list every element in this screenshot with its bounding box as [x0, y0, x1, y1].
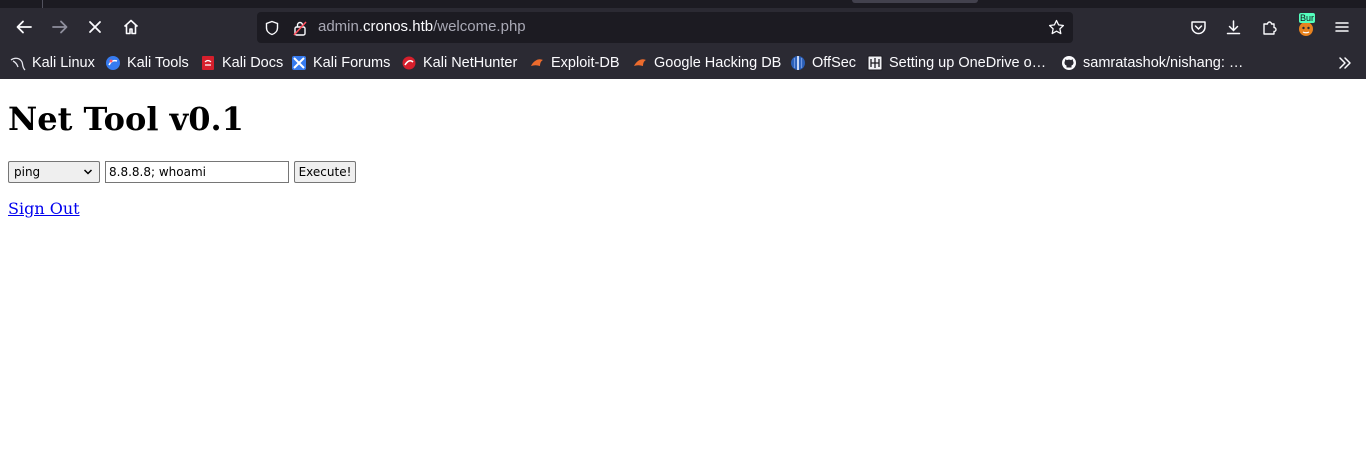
address-bar[interactable]: admin.cronos.htb/welcome.php [257, 12, 1073, 43]
bookmark-label: Kali Forums [313, 55, 391, 71]
kali-tools-icon [105, 55, 121, 71]
stop-loading-button[interactable] [80, 12, 110, 42]
bookmark-label: OffSec [812, 55, 857, 71]
bookmark-label: Exploit-DB [551, 55, 620, 71]
insecure-lock-icon[interactable] [292, 20, 308, 36]
github-icon [1061, 55, 1077, 71]
command-select-value: ping [14, 165, 41, 179]
home-icon [123, 19, 139, 35]
command-select[interactable]: ping [8, 161, 100, 183]
download-icon [1226, 19, 1240, 34]
home-button[interactable] [116, 12, 146, 42]
bookmark-kali-forums[interactable]: Kali Forums [291, 53, 390, 73]
tab-separator [42, 0, 43, 8]
bookmark-onedrive-guide[interactable]: Setting up OneDrive o… [867, 53, 1046, 73]
kali-forums-icon [291, 55, 307, 71]
page-content: Net Tool v0.1 ping 8.8.8.8; whoami Execu… [0, 79, 1366, 460]
execute-button[interactable]: Execute! [294, 161, 356, 183]
bookmark-label: Kali Docs [222, 55, 284, 71]
kali-nethunter-icon [401, 55, 417, 71]
burp-extension-button[interactable]: Bur [1291, 12, 1321, 42]
bookmark-nishang-github[interactable]: samratashok/nishang: … [1061, 53, 1243, 73]
bookmark-label: Kali Tools [127, 55, 189, 71]
host-input[interactable]: 8.8.8.8; whoami [105, 161, 289, 183]
url-text[interactable]: admin.cronos.htb/welcome.php [318, 18, 526, 35]
bookmark-star-icon[interactable] [1048, 19, 1065, 36]
bookmark-kali-docs[interactable]: Kali Docs [200, 53, 283, 73]
url-domain: cronos.htb [363, 18, 434, 35]
chevron-double-right-icon [1339, 57, 1351, 69]
url-subdomain: admin. [318, 18, 364, 35]
back-button[interactable] [9, 12, 39, 42]
bookmark-kali-tools[interactable]: Kali Tools [105, 53, 189, 73]
forward-button[interactable] [45, 12, 75, 42]
app-menu-button[interactable] [1327, 12, 1357, 42]
close-icon [89, 21, 101, 33]
extensions-button[interactable] [1254, 12, 1284, 42]
navigation-toolbar: admin.cronos.htb/welcome.php Bur [0, 8, 1366, 46]
hamburger-menu-icon [1335, 22, 1349, 32]
sign-out-link[interactable]: Sign Out [8, 199, 80, 218]
browser-chrome: admin.cronos.htb/welcome.php Bur Kali Li… [0, 0, 1366, 79]
bookmark-label: Setting up OneDrive o… [889, 55, 1047, 71]
bookmark-offsec[interactable]: OffSec [790, 53, 856, 73]
bookmark-kali-linux[interactable]: Kali Linux [10, 53, 95, 73]
puzzle-icon [1262, 20, 1277, 35]
onedrive-guide-icon [867, 55, 883, 71]
bookmarks-toolbar: Kali Linux Kali Tools Kali Docs Kali For… [0, 46, 1366, 79]
forward-arrow-icon [52, 20, 68, 34]
tab-strip [0, 0, 1366, 8]
bookmark-exploit-db[interactable]: Exploit-DB [529, 53, 620, 73]
bookmark-label: Kali NetHunter [423, 55, 518, 71]
page-title: Net Tool v0.1 [8, 100, 244, 138]
bookmark-label: samratashok/nishang: … [1083, 55, 1244, 71]
shield-icon[interactable] [264, 20, 280, 36]
bookmark-google-hacking-db[interactable]: Google Hacking DB [632, 53, 781, 73]
offsec-icon [790, 55, 806, 71]
browser-tab[interactable] [852, 0, 978, 3]
pocket-button[interactable] [1183, 12, 1213, 42]
bookmark-label: Google Hacking DB [654, 55, 782, 71]
kali-docs-icon [200, 55, 216, 71]
bookmark-kali-nethunter[interactable]: Kali NetHunter [401, 53, 517, 73]
url-path: /welcome.php [433, 18, 526, 35]
kali-dragon-icon [10, 55, 26, 71]
back-arrow-icon [16, 20, 32, 34]
chevron-down-icon [83, 169, 93, 175]
extension-badge: Bur [1299, 13, 1316, 23]
bookmark-label: Kali Linux [32, 55, 95, 71]
bookmarks-overflow-button[interactable] [1337, 53, 1353, 73]
ghdb-icon [632, 55, 648, 71]
exploit-db-icon [529, 55, 545, 71]
downloads-button[interactable] [1218, 12, 1248, 42]
pocket-icon [1190, 20, 1206, 34]
